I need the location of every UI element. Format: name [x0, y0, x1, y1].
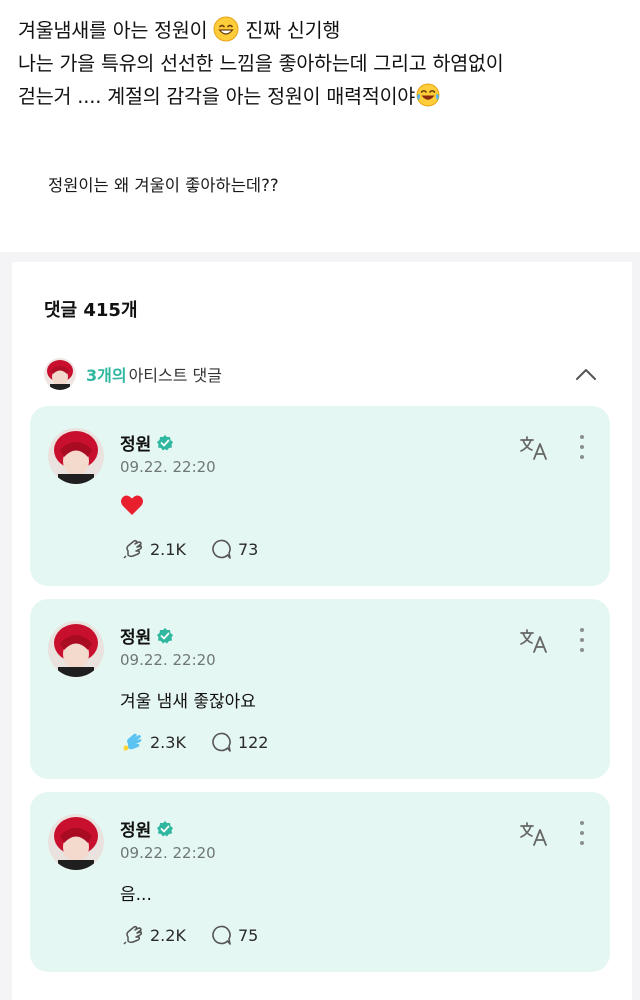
cheer-button[interactable]: 2.2K — [122, 924, 186, 946]
comment-author-name: 정원 — [120, 821, 152, 841]
comment-actions: 2.3K 122 — [122, 731, 292, 753]
more-dot — [580, 638, 584, 642]
post-body: 겨울냄새를 아는 정원이 진짜 신기행 나는 가을 특유의 선선한 느낌을 좋아… — [18, 14, 628, 113]
more-dot — [580, 821, 584, 825]
post-line-3: 걷는거 .... 계절의 감각을 아는 정원이 매력적이야 — [18, 80, 628, 113]
more-vertical-icon[interactable] — [576, 432, 588, 462]
reply-count: 73 — [237, 539, 259, 559]
cheer-icon — [123, 925, 143, 945]
reply-bubble-icon — [212, 732, 231, 752]
comment-content — [120, 494, 144, 521]
comment-actions: 2.2K 75 — [122, 924, 282, 946]
heart-icon — [121, 495, 143, 515]
more-vertical-icon[interactable] — [576, 625, 588, 655]
cheer-count: 2.1K — [150, 539, 186, 559]
cheer-count: 2.2K — [150, 925, 186, 945]
reply-button[interactable]: 75 — [210, 924, 258, 946]
reply-button[interactable]: 73 — [210, 538, 258, 560]
more-dot — [580, 648, 584, 652]
comment-actions: 2.1K 73 — [122, 538, 282, 560]
more-dot — [580, 445, 584, 449]
comment-content: 음... — [120, 885, 152, 905]
avatar[interactable] — [48, 814, 104, 870]
more-dot — [580, 435, 584, 439]
avatar[interactable] — [48, 621, 104, 677]
artist-comment-card: 정원 09.22. 22:20 음... 2.2K 75 — [30, 792, 610, 972]
artist-comment-card: 정원 09.22. 22:20 2.1K 73 — [30, 406, 610, 586]
comment-time: 09.22. 22:20 — [120, 458, 216, 476]
comment-author[interactable]: 정원 — [120, 816, 174, 841]
comment-time: 09.22. 22:20 — [120, 844, 216, 862]
reply-button[interactable]: 122 — [210, 731, 269, 753]
post-line-2: 나는 가을 특유의 선선한 느낌을 좋아하는데 그리고 하염없이 — [18, 52, 504, 75]
more-dot — [580, 831, 584, 835]
comment-author-name: 정원 — [120, 628, 152, 648]
cheer-button[interactable]: 2.1K — [122, 538, 186, 560]
tears-of-joy-icon — [416, 83, 440, 107]
reply-bubble-icon — [212, 925, 231, 945]
avatar[interactable] — [48, 428, 104, 484]
artist-comment-card: 정원 09.22. 22:20 겨울 냄새 좋잖아요 2.3K 122 — [30, 599, 610, 779]
cheer-button[interactable]: 2.3K — [122, 731, 186, 753]
cheer-icon — [123, 539, 143, 559]
artist-comment-label: 아티스트 댓글 — [128, 366, 222, 385]
more-dot — [580, 628, 584, 632]
artist-comment-count: 3개의 — [86, 366, 127, 385]
verified-badge-icon — [157, 820, 174, 836]
comments-title: 댓글 415개 — [44, 300, 138, 321]
cheer-icon — [123, 733, 142, 751]
grinning-face-icon — [213, 16, 239, 42]
reply-count: 122 — [237, 732, 269, 752]
comment-content: 겨울 냄새 좋잖아요 — [120, 692, 256, 712]
translate-icon[interactable] — [518, 434, 550, 462]
post-line-1-end: 진짜 신기행 — [239, 19, 341, 42]
post-line-3-text: 걷는거 .... 계절의 감각을 아는 정원이 매력적이야 — [18, 85, 416, 108]
post-line-1: 겨울냄새를 아는 정원이 진짜 신기행 — [18, 14, 628, 47]
more-vertical-icon[interactable] — [576, 818, 588, 848]
post-question: 정원이는 왜 겨울이 좋아하는데?? — [48, 176, 279, 195]
reply-bubble-icon — [212, 539, 231, 559]
chevron-up-icon[interactable] — [572, 360, 600, 388]
comment-author-name: 정원 — [120, 435, 152, 455]
verified-badge-icon — [157, 434, 174, 450]
translate-icon[interactable] — [518, 627, 550, 655]
reply-count: 75 — [237, 925, 259, 945]
comments-section: 댓글 415개 3개의 아티스트 댓글 정원 09.22. 22:20 2.1K… — [12, 262, 632, 1000]
more-dot — [580, 455, 584, 459]
translate-icon[interactable] — [518, 820, 550, 848]
verified-badge-icon — [157, 627, 174, 643]
comment-author[interactable]: 정원 — [120, 430, 174, 455]
post: 겨울냄새를 아는 정원이 진짜 신기행 나는 가을 특유의 선선한 느낌을 좋아… — [0, 0, 640, 252]
comment-author[interactable]: 정원 — [120, 623, 174, 648]
artist-comments-toggle[interactable]: 3개의 아티스트 댓글 — [44, 354, 600, 394]
more-dot — [580, 841, 584, 845]
cheer-count: 2.3K — [150, 732, 186, 752]
avatar — [44, 358, 76, 390]
post-line-1-start: 겨울냄새를 아는 정원이 — [18, 19, 214, 42]
comment-time: 09.22. 22:20 — [120, 651, 216, 669]
